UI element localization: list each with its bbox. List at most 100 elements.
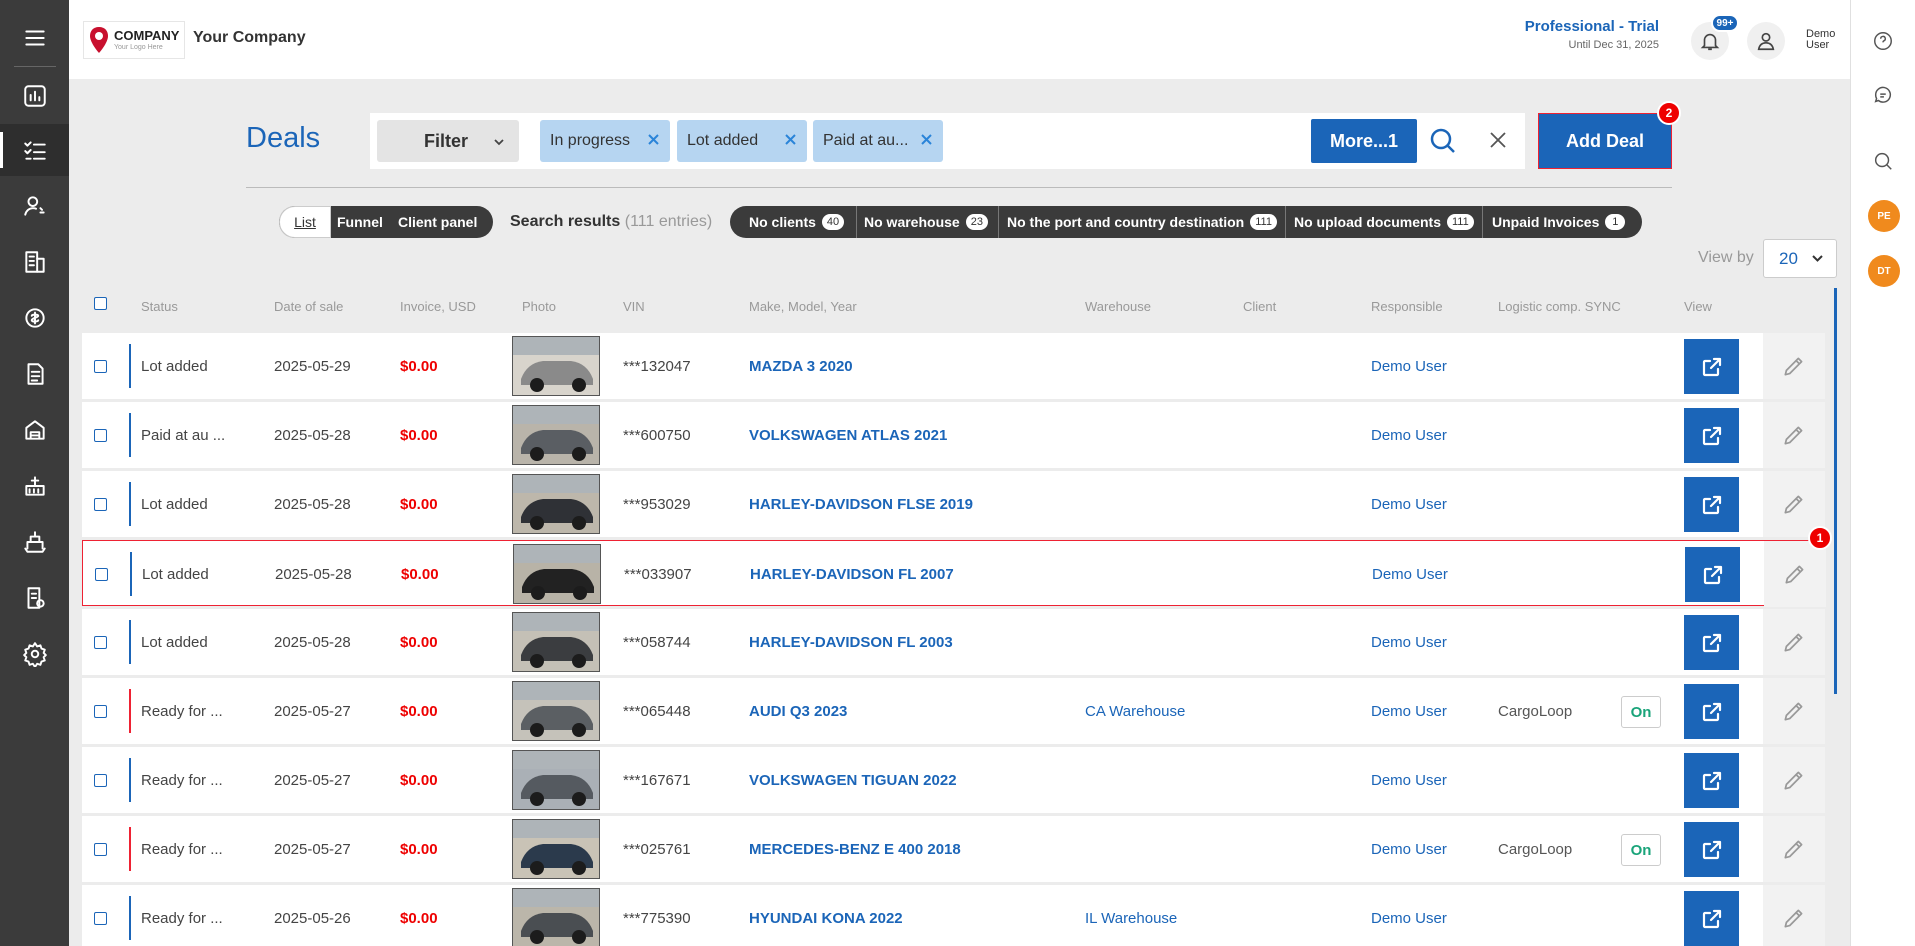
table-row[interactable]: Paid at au ... 2025-05-28 $0.00 ***600750 VO…	[82, 402, 1825, 468]
vehicle-photo[interactable]	[513, 544, 601, 604]
edit-deal-button[interactable]	[1763, 333, 1825, 399]
finance-icon[interactable]	[0, 292, 69, 344]
quick-filter-unpaid-invoices[interactable]: Unpaid Invoices 1	[1492, 214, 1626, 230]
close-icon[interactable]	[1489, 131, 1507, 149]
make-model-link[interactable]: MERCEDES-BENZ E 400 2018	[749, 841, 961, 858]
quick-filter-no-clients[interactable]: No clients 40	[749, 214, 845, 230]
more-filters-button[interactable]: More...1	[1311, 119, 1417, 163]
vehicle-photo[interactable]	[512, 750, 600, 810]
menu-icon[interactable]	[0, 12, 69, 64]
tab-client-panel[interactable]: Client panel	[398, 214, 477, 230]
make-model-link[interactable]: HARLEY-DAVIDSON FL 2007	[750, 566, 954, 583]
quick-filter-no-destination[interactable]: No the port and country destination 111	[1007, 214, 1277, 230]
close-icon[interactable]	[920, 133, 933, 146]
responsible-link[interactable]: Demo User	[1372, 566, 1448, 583]
vehicle-photo[interactable]	[512, 681, 600, 741]
filter-chip[interactable]: In progress	[540, 120, 670, 162]
open-deal-button[interactable]	[1684, 891, 1739, 946]
sync-status-badge[interactable]: On	[1621, 834, 1661, 866]
open-deal-button[interactable]	[1684, 684, 1739, 739]
table-row[interactable]: Ready for ... 2025-05-27 $0.00 ***065448 AUD…	[82, 678, 1825, 744]
column-header[interactable]: Logistic comp. SYNC	[1498, 299, 1621, 314]
close-icon[interactable]	[784, 133, 797, 146]
container-icon[interactable]	[0, 460, 69, 512]
responsible-link[interactable]: Demo User	[1371, 841, 1447, 858]
table-row[interactable]: Ready for ... 2025-05-26 $0.00 ***775390 HYU…	[82, 885, 1825, 946]
responsible-link[interactable]: Demo User	[1371, 703, 1447, 720]
table-row[interactable]: Lot added 2025-05-29 $0.00 ***132047 MAZDA 3…	[82, 333, 1825, 399]
make-model-link[interactable]: VOLKSWAGEN ATLAS 2021	[749, 427, 947, 444]
column-header[interactable]: VIN	[623, 299, 645, 314]
filter-chip[interactable]: Lot added	[677, 120, 807, 162]
add-deal-button[interactable]: Add Deal	[1538, 113, 1672, 169]
column-header[interactable]: Status	[141, 299, 178, 314]
row-checkbox[interactable]	[94, 360, 107, 373]
row-checkbox[interactable]	[95, 568, 108, 581]
vehicle-photo[interactable]	[512, 405, 600, 465]
row-checkbox[interactable]	[94, 705, 107, 718]
open-deal-button[interactable]	[1684, 408, 1739, 463]
vehicle-photo[interactable]	[512, 819, 600, 879]
row-checkbox[interactable]	[94, 774, 107, 787]
column-header[interactable]: Client	[1243, 299, 1276, 314]
table-row[interactable]: Lot added 2025-05-28 $0.00 ***033907 HARLEY-…	[82, 540, 1826, 607]
edit-deal-button[interactable]	[1763, 747, 1825, 813]
warehouse-link[interactable]: CA Warehouse	[1085, 703, 1185, 720]
user-name[interactable]: Demo User	[1806, 29, 1846, 51]
invoices-icon[interactable]	[0, 572, 69, 624]
edit-deal-button[interactable]	[1763, 885, 1825, 946]
make-model-link[interactable]: HARLEY-DAVIDSON FLSE 2019	[749, 496, 973, 513]
vehicle-photo[interactable]	[512, 336, 600, 396]
column-header[interactable]: Invoice, USD	[400, 299, 476, 314]
clients-icon[interactable]	[0, 180, 69, 232]
responsible-link[interactable]: Demo User	[1371, 772, 1447, 789]
edit-deal-button[interactable]	[1763, 816, 1825, 882]
open-deal-button[interactable]	[1685, 547, 1740, 602]
column-header[interactable]: Make, Model, Year	[749, 299, 857, 314]
settings-icon[interactable]	[0, 628, 69, 680]
open-deal-button[interactable]	[1684, 477, 1739, 532]
make-model-link[interactable]: HARLEY-DAVIDSON FL 2003	[749, 634, 953, 651]
responsible-link[interactable]: Demo User	[1371, 427, 1447, 444]
responsible-link[interactable]: Demo User	[1371, 634, 1447, 651]
vehicle-photo[interactable]	[512, 612, 600, 672]
edit-deal-button[interactable]	[1763, 678, 1825, 744]
avatar[interactable]: DT	[1868, 255, 1900, 287]
plan-info[interactable]: Professional - Trial Until Dec 31, 2025	[1489, 18, 1659, 51]
company-logo[interactable]: COMPANY Your Logo Here	[83, 21, 185, 59]
open-deal-button[interactable]	[1684, 822, 1739, 877]
table-row[interactable]: Ready for ... 2025-05-27 $0.00 ***167671 VOL…	[82, 747, 1825, 813]
row-checkbox[interactable]	[94, 429, 107, 442]
documents-icon[interactable]	[0, 348, 69, 400]
open-deal-button[interactable]	[1684, 615, 1739, 670]
row-checkbox[interactable]	[94, 498, 107, 511]
shipping-icon[interactable]	[0, 516, 69, 568]
search-icon[interactable]	[1429, 127, 1457, 155]
make-model-link[interactable]: MAZDA 3 2020	[749, 358, 853, 375]
make-model-link[interactable]: VOLKSWAGEN TIGUAN 2022	[749, 772, 957, 789]
open-deal-button[interactable]	[1684, 753, 1739, 808]
dashboard-icon[interactable]	[0, 70, 69, 122]
close-icon[interactable]	[647, 133, 660, 146]
search-icon[interactable]	[1870, 148, 1896, 174]
edit-deal-button[interactable]	[1764, 541, 1826, 607]
scrollbar[interactable]	[1834, 288, 1837, 694]
table-row[interactable]: Lot added 2025-05-28 $0.00 ***058744 HARLEY-…	[82, 609, 1825, 675]
responsible-link[interactable]: Demo User	[1371, 910, 1447, 927]
select-all-checkbox[interactable]	[94, 297, 107, 310]
table-row[interactable]: Ready for ... 2025-05-27 $0.00 ***025761 MER…	[82, 816, 1825, 882]
company-icon[interactable]	[0, 236, 69, 288]
avatar[interactable]: PE	[1868, 200, 1900, 232]
sync-status-badge[interactable]: On	[1621, 696, 1661, 728]
column-header[interactable]: Responsible	[1371, 299, 1443, 314]
edit-deal-button[interactable]	[1763, 609, 1825, 675]
user-avatar-button[interactable]	[1747, 22, 1785, 60]
warehouse-icon[interactable]	[0, 404, 69, 456]
quick-filter-no-documents[interactable]: No upload documents 111	[1294, 214, 1474, 230]
make-model-link[interactable]: HYUNDAI KONA 2022	[749, 910, 903, 927]
help-icon[interactable]	[1870, 28, 1896, 54]
quick-filter-no-warehouse[interactable]: No warehouse 23	[864, 214, 988, 230]
tab-funnel[interactable]: Funnel	[337, 214, 383, 230]
make-model-link[interactable]: AUDI Q3 2023	[749, 703, 847, 720]
page-size-select[interactable]: 20	[1763, 239, 1837, 278]
